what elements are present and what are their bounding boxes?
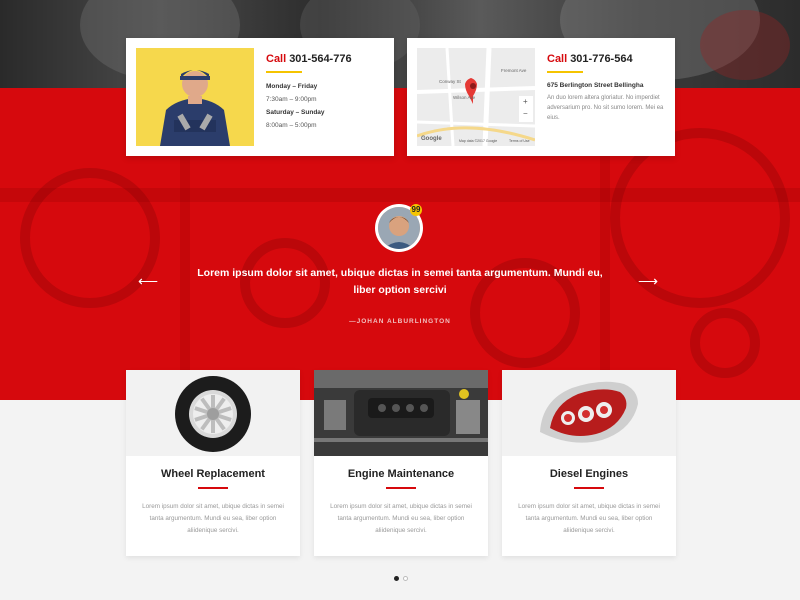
next-arrow-icon[interactable]: ⟶ <box>638 274 662 288</box>
service-title[interactable]: Diesel Engines <box>502 468 676 480</box>
phone-number[interactable]: 301-564-776 <box>289 53 351 65</box>
phone-number[interactable]: 301-776-564 <box>570 53 632 65</box>
hours-time-weekdays: 7:30am – 9:00pm <box>266 96 317 103</box>
phone-line[interactable]: Call 301-564-776 <box>266 52 386 66</box>
service-description: Lorem ipsum dolor sit amet, ubique dicta… <box>330 503 472 534</box>
hours-time-weekend: 8:00am – 5:00pm <box>266 122 317 129</box>
call-label: Call <box>266 53 287 65</box>
tail-light-image <box>502 370 676 456</box>
service-card-engine[interactable]: Engine Maintenance Lorem ipsum dolor sit… <box>314 370 488 556</box>
zoom-in-button[interactable]: + <box>523 98 528 106</box>
hours-day-weekend: Saturday – Sunday <box>266 109 325 116</box>
map-terms-link[interactable]: Terms of Use <box>509 139 530 143</box>
service-description: Lorem ipsum dolor sit amet, ubique dicta… <box>518 503 660 534</box>
pagination-dot-active[interactable] <box>394 576 399 581</box>
service-title-underline <box>574 487 604 489</box>
service-card-diesel[interactable]: Diesel Engines Lorem ipsum dolor sit ame… <box>502 370 676 556</box>
service-title[interactable]: Engine Maintenance <box>314 468 488 480</box>
map-data-credit: Map data ©2017 Google <box>459 139 498 143</box>
title-underline <box>266 71 302 73</box>
quote-icon: 99 <box>410 204 422 216</box>
hours-day-weekdays: Monday – Friday <box>266 83 318 90</box>
google-logo: Google <box>421 136 442 142</box>
call-label: Call <box>547 53 568 65</box>
contact-card-hours: Call 301-564-776 Monday – Friday 7:30am –… <box>126 38 394 156</box>
map-label-wilson: Wilson Ave <box>453 95 476 100</box>
hero-background-image <box>0 0 800 88</box>
map-label-fremont: Fremont Ave <box>501 68 527 73</box>
wheel-image <box>126 370 300 456</box>
mechanic-photo <box>136 48 254 146</box>
service-title-underline <box>198 487 228 489</box>
service-title-underline <box>386 487 416 489</box>
service-description: Lorem ipsum dolor sit amet, ubique dicta… <box>142 503 284 534</box>
location-description: An duo lorem altera gloriatur. No imperd… <box>547 95 664 121</box>
title-underline <box>547 71 583 73</box>
contact-card-location: Conway St Wilson Ave Fremont Ave + − Goo… <box>407 38 675 156</box>
testimonial-author: —JOHAN ALBURLINGTON <box>349 318 451 325</box>
engine-image <box>314 370 488 456</box>
location-map[interactable]: Conway St Wilson Ave Fremont Ave + − Goo… <box>417 48 535 146</box>
service-title[interactable]: Wheel Replacement <box>126 468 300 480</box>
pagination-dot[interactable] <box>403 576 408 581</box>
previous-arrow-icon[interactable]: ⟵ <box>138 274 162 288</box>
address: 675 Berlington Street Bellingha <box>547 82 644 89</box>
map-label-conway: Conway St <box>439 79 461 84</box>
carousel-pagination <box>392 576 412 582</box>
phone-line[interactable]: Call 301-776-564 <box>547 52 667 66</box>
service-card-wheel[interactable]: Wheel Replacement Lorem ipsum dolor sit … <box>126 370 300 556</box>
testimonial-quote: Lorem ipsum dolor sit amet, ubique dicta… <box>197 267 603 296</box>
zoom-out-button[interactable]: − <box>523 110 528 118</box>
